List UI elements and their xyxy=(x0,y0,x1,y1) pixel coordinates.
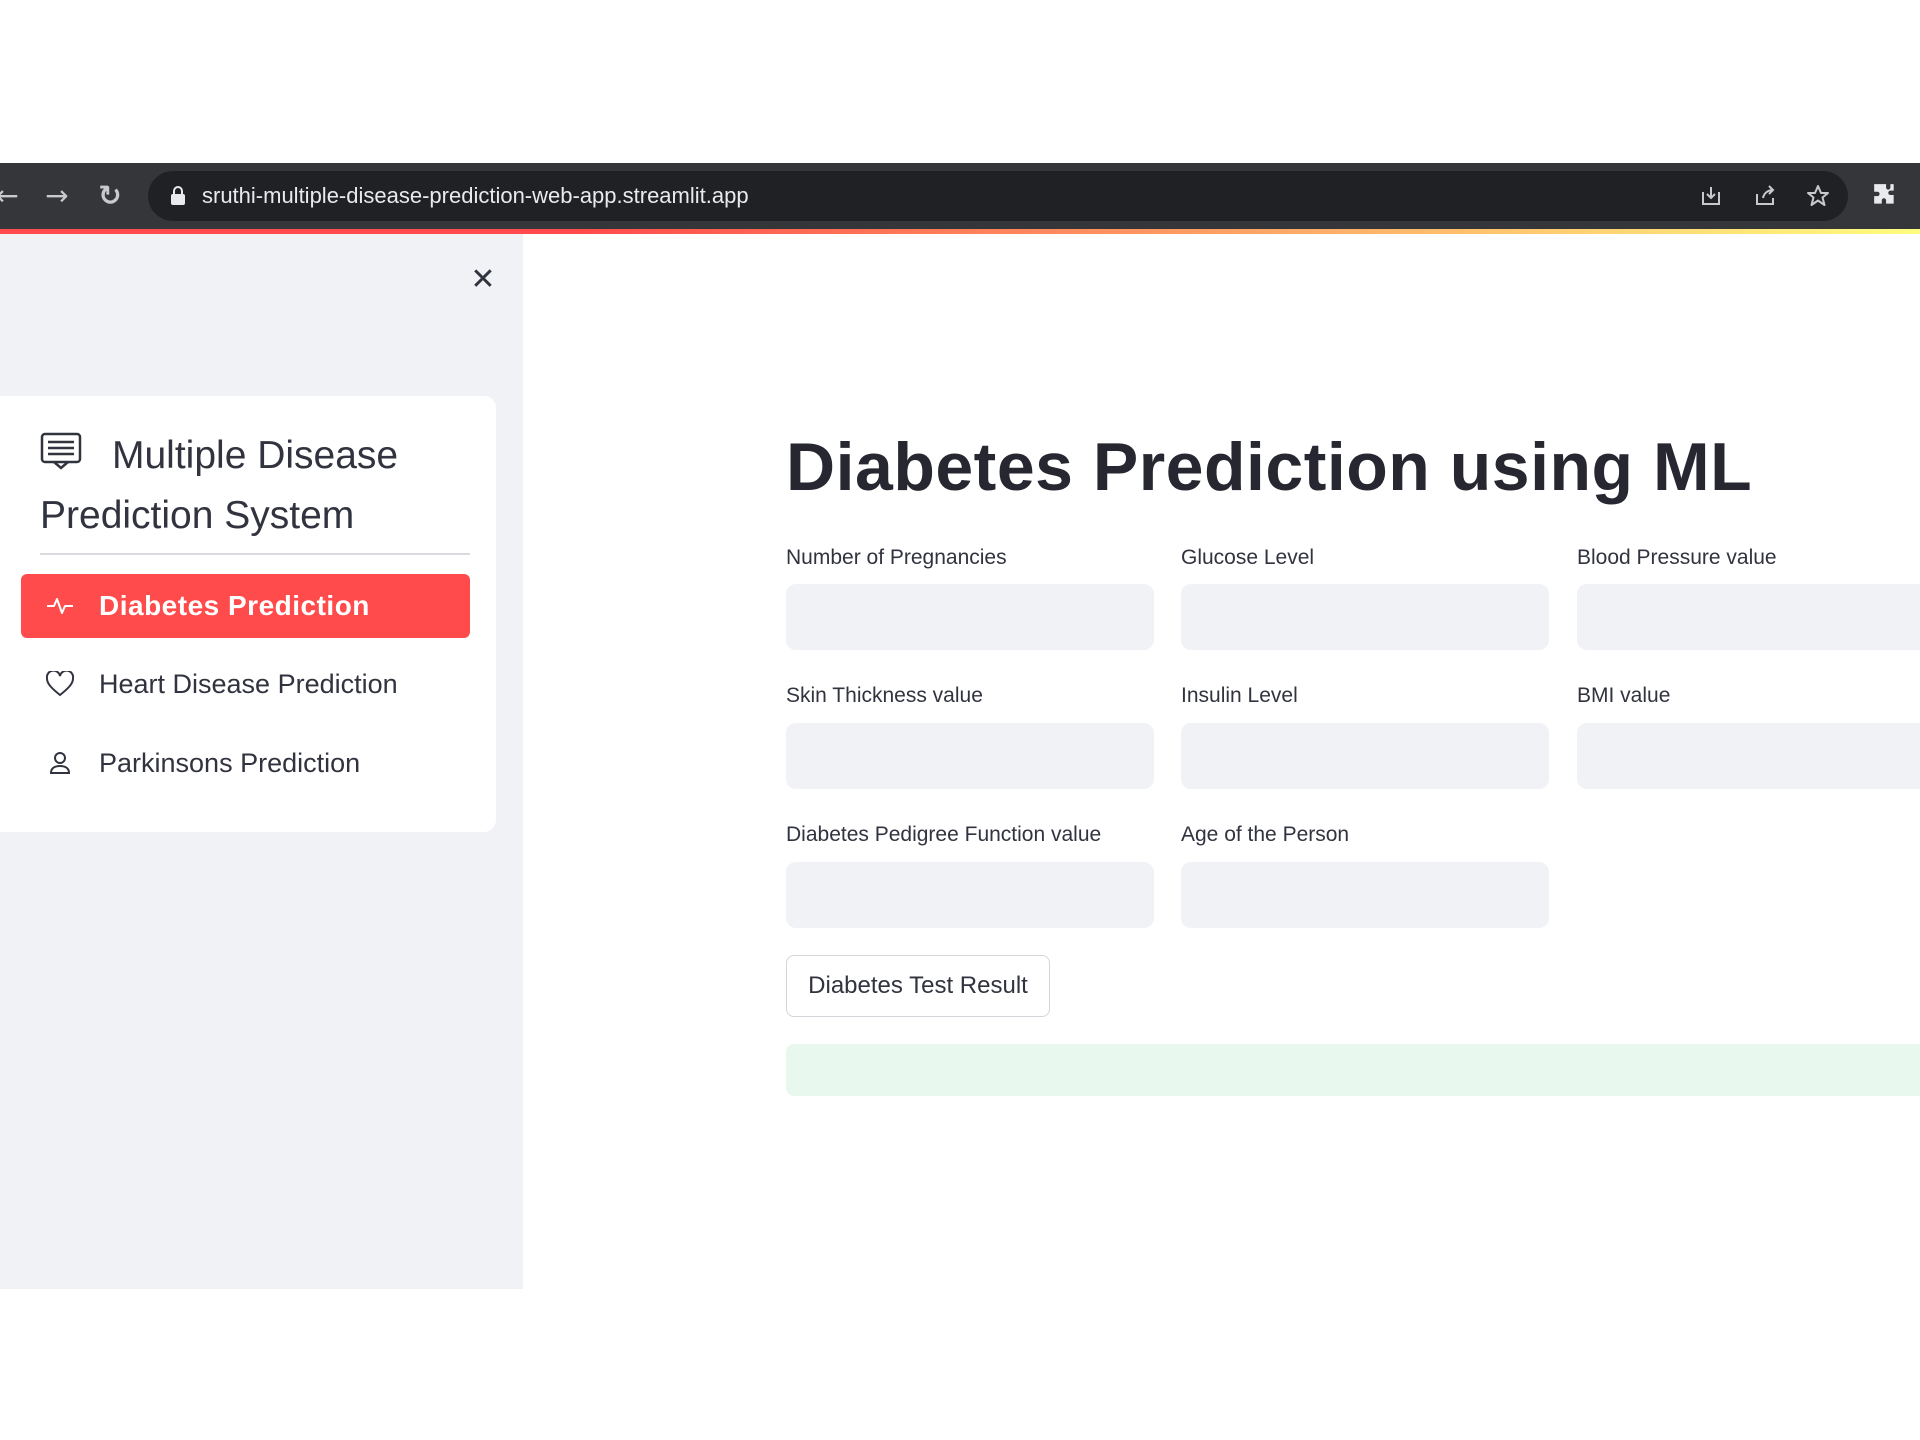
insulin-input[interactable] xyxy=(1181,723,1549,789)
skin-thickness-label: Skin Thickness value xyxy=(786,684,983,707)
bmi-label: BMI value xyxy=(1577,684,1671,707)
menu-divider xyxy=(40,553,470,555)
close-sidebar-icon[interactable]: ✕ xyxy=(466,262,500,297)
skin-thickness-input[interactable] xyxy=(786,723,1154,789)
menu-item-heart-disease-prediction[interactable]: Heart Disease Prediction xyxy=(21,652,470,716)
extensions-puzzle-icon[interactable] xyxy=(1870,180,1900,210)
blood-pressure-label: Blood Pressure value xyxy=(1577,546,1777,569)
age-input[interactable] xyxy=(1181,862,1549,928)
menu-item-label: Diabetes Prediction xyxy=(99,590,370,621)
lock-icon xyxy=(171,186,185,205)
pedigree-function-label: Diabetes Pedigree Function value xyxy=(786,823,1102,846)
url-text: sruthi-multiple-disease-prediction-web-a… xyxy=(202,183,749,208)
success-result-box xyxy=(786,1044,1920,1096)
insulin-label: Insulin Level xyxy=(1181,684,1298,707)
heart-icon xyxy=(45,669,75,699)
bmi-input[interactable] xyxy=(1577,723,1920,789)
back-icon[interactable]: ← xyxy=(0,177,26,215)
sidebar: ✕ Multiple Disease Prediction System Dia… xyxy=(0,234,523,1289)
menu-item-parkinsons-prediction[interactable]: Parkinsons Prediction xyxy=(21,731,470,795)
install-icon[interactable] xyxy=(1696,181,1726,211)
menu-title: Multiple Disease Prediction System xyxy=(40,434,399,537)
age-label: Age of the Person xyxy=(1181,823,1350,846)
menu-item-label: Parkinsons Prediction xyxy=(99,747,361,778)
pregnancies-input[interactable] xyxy=(786,584,1154,650)
forward-icon[interactable]: → xyxy=(38,177,76,215)
glucose-label: Glucose Level xyxy=(1181,546,1315,569)
person-icon xyxy=(45,748,75,778)
option-menu: Multiple Disease Prediction System Diabe… xyxy=(0,396,496,832)
menu-item-label: Heart Disease Prediction xyxy=(99,668,398,699)
share-icon[interactable] xyxy=(1750,181,1780,211)
page-title: Diabetes Prediction using ML xyxy=(786,429,1753,505)
bookmark-star-icon[interactable] xyxy=(1803,181,1833,211)
activity-icon xyxy=(45,591,75,621)
browser-toolbar: ← → ↻ sruthi-multiple-disease-prediction… xyxy=(0,163,1920,229)
reload-icon[interactable]: ↻ xyxy=(91,177,129,215)
diabetes-test-result-button[interactable]: Diabetes Test Result xyxy=(786,955,1050,1017)
pregnancies-label: Number of Pregnancies xyxy=(786,546,1007,569)
pedigree-function-input[interactable] xyxy=(786,862,1154,928)
menu-item-diabetes-prediction[interactable]: Diabetes Prediction xyxy=(21,574,470,638)
glucose-input[interactable] xyxy=(1181,584,1549,650)
address-bar[interactable]: sruthi-multiple-disease-prediction-web-a… xyxy=(148,171,1848,221)
blood-pressure-input[interactable] xyxy=(1577,584,1920,650)
